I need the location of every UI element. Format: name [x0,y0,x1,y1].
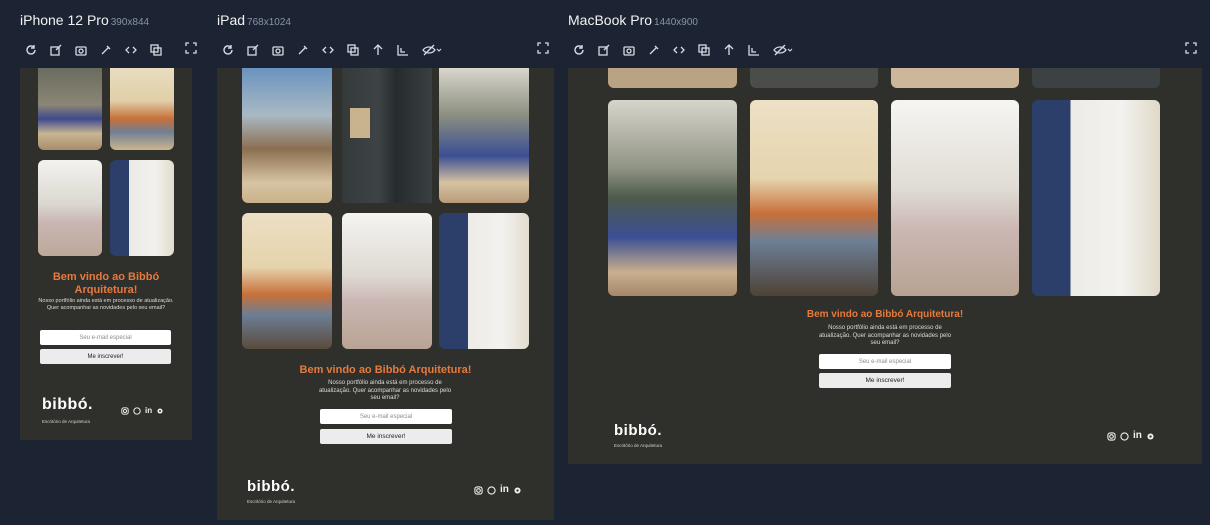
arrow-up-icon[interactable] [723,44,735,56]
device-screen: Bem vindo ao Bibbó Arquitetura! Nosso po… [20,68,192,440]
site-logo-subtitle: Escritório de Arquitetura [614,443,663,448]
device-name: MacBook Pro [568,12,653,28]
email-input[interactable]: Seu e-mail especial [819,354,951,369]
layout-icon[interactable] [397,44,409,56]
welcome-heading: Bem vindo ao Bibbó Arquitetura! [28,271,184,297]
code-icon[interactable] [322,44,334,56]
camera-icon[interactable] [75,44,87,56]
device-title: iPad 768x1024 [217,12,291,28]
fullscreen-icon[interactable] [1185,42,1197,54]
whatsapp-icon[interactable] [1120,431,1129,441]
welcome-line-2: Arquitetura! [74,284,138,297]
photo-bedroom [891,100,1019,296]
device-size: 390x844 [110,17,150,28]
site-logo-subtitle: Escritório de Arquitetura [247,499,296,504]
instagram-icon[interactable] [121,407,129,415]
linkedin-icon[interactable]: in [145,407,152,415]
welcome-description: Nosso portfólio ainda está em processo d… [818,325,952,346]
photo-bluewall [1032,100,1160,296]
edit-screenshot-icon[interactable] [247,44,259,56]
device-toolbar [573,42,793,58]
whatsapp-icon[interactable] [487,485,496,495]
email-input[interactable]: Seu e-mail especial [40,330,171,345]
photo-living-shelves [608,100,737,296]
device-screen: Bem vindo ao Bibbó Arquitetura! Nosso po… [217,68,554,520]
whatsapp-icon[interactable] [133,407,141,415]
photo-top-3 [891,68,1019,88]
device-screen: Bem vindo ao Bibbó Arquitetura! Nosso po… [568,68,1202,464]
site-logo[interactable]: bibbó. [614,422,662,439]
subscribe-button[interactable]: Me inscrever! [819,373,951,388]
photo-bluewall [110,160,174,256]
linkedin-icon[interactable]: in [1133,431,1142,441]
device-size: 768x1024 [247,17,291,28]
device-title: iPhone 12 Pro 390x844 [20,12,149,28]
eyedropper-icon[interactable] [100,44,112,56]
photo-bedroom [38,160,102,256]
fullscreen-icon[interactable] [537,42,549,54]
social-links: in [474,485,522,495]
device-name: iPhone 12 Pro [20,12,109,28]
camera-icon[interactable] [623,44,635,56]
welcome-heading: Bem vindo ao Bibbó Arquitetura! [299,364,472,376]
photo-dark-door [342,68,432,203]
copy-icon[interactable] [347,44,359,56]
welcome-line-1: Bem vindo ao Bibbó [52,271,160,283]
site-logo-subtitle: Escritório de Arquitetura [42,419,91,424]
hide-icon[interactable] [422,44,442,56]
reload-icon[interactable] [573,44,585,56]
site-logo[interactable]: bibbó. [42,396,93,414]
linkedin-icon[interactable]: in [500,485,509,495]
device-title: MacBook Pro 1440x900 [568,12,698,28]
device-size: 1440x900 [654,17,698,28]
photo-top-1 [608,68,737,88]
photo-woman-reading [242,68,332,203]
arrow-up-icon[interactable] [372,44,384,56]
settings-icon[interactable] [513,486,522,495]
subscribe-button[interactable]: Me inscrever! [320,429,452,444]
edit-screenshot-icon[interactable] [50,44,62,56]
device-toolbar [25,42,162,58]
photo-bluewall [439,213,529,349]
social-links: in [1107,431,1155,441]
edit-screenshot-icon[interactable] [598,44,610,56]
photo-top-4 [1032,68,1160,88]
hide-icon[interactable] [773,44,793,56]
code-icon[interactable] [125,44,137,56]
welcome-heading: Bem vindo ao Bibbó Arquitetura! [806,309,964,320]
subscribe-button[interactable]: Me inscrever! [40,349,171,364]
layout-icon[interactable] [748,44,760,56]
device-toolbar [222,42,442,58]
photo-man-chair [750,100,878,296]
settings-icon[interactable] [1146,432,1155,441]
instagram-icon[interactable] [474,485,483,495]
camera-icon[interactable] [272,44,284,56]
reload-icon[interactable] [222,44,234,56]
reload-icon[interactable] [25,44,37,56]
site-logo[interactable]: bibbó. [247,478,295,495]
social-links: in [121,407,164,415]
photo-man-chair [242,213,332,349]
welcome-description: Nosso portfólio ainda está em processo d… [318,380,452,401]
device-name: iPad [217,12,246,28]
photo-top-2 [750,68,878,88]
code-icon[interactable] [673,44,685,56]
photo-bedroom [342,213,432,349]
welcome-description: Nosso portfólio ainda está em processo d… [38,298,174,311]
fullscreen-icon[interactable] [185,42,197,54]
instagram-icon[interactable] [1107,431,1116,441]
photo-man-chair [110,68,174,150]
settings-icon[interactable] [156,407,164,415]
photo-livingroom [38,68,102,150]
email-input[interactable]: Seu e-mail especial [320,409,452,424]
eyedropper-icon[interactable] [297,44,309,56]
copy-icon[interactable] [698,44,710,56]
photo-living-shelves [439,68,529,203]
eyedropper-icon[interactable] [648,44,660,56]
wall-art [350,108,370,138]
copy-icon[interactable] [150,44,162,56]
